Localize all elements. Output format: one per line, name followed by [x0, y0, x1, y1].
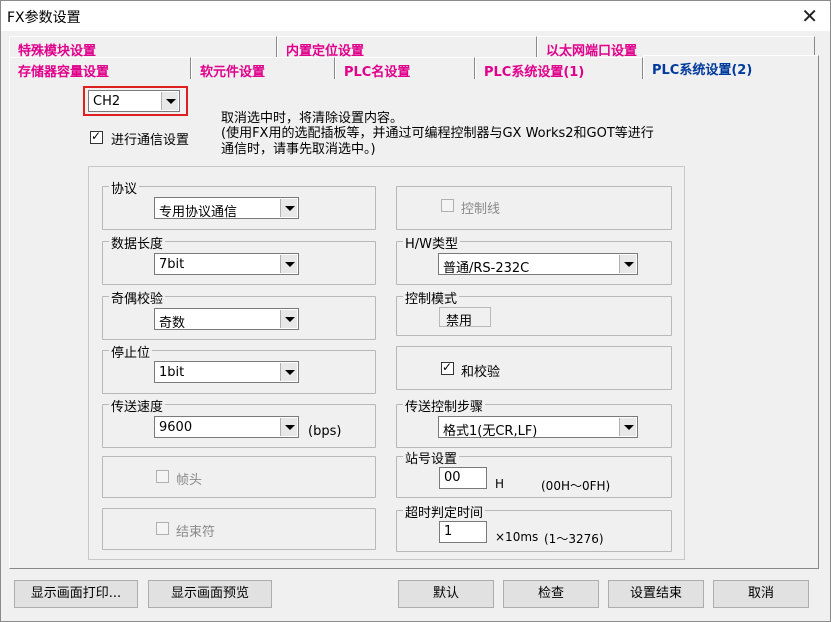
timeout-label: 超时判定时间	[403, 502, 486, 521]
protocol-label: 协议	[109, 178, 140, 197]
timeout-input[interactable]: 1	[439, 521, 487, 543]
hw-type-select[interactable]: 普通/RS-232C	[438, 253, 638, 276]
control-mode-value: 禁用	[439, 307, 491, 329]
window-title: FX参数设置	[7, 10, 81, 26]
procedure-select[interactable]: 格式1(无CR,LF)	[438, 416, 638, 439]
comm-setting-label: 进行通信设置	[111, 133, 190, 148]
parity-value: 奇数	[159, 316, 186, 331]
chevron-down-icon[interactable]	[619, 255, 636, 273]
sum-check-group	[396, 346, 672, 390]
chevron-down-icon[interactable]	[280, 199, 297, 217]
tab-builtin-positioning[interactable]: 内置定位设置	[277, 36, 537, 59]
check-button[interactable]: 检查	[503, 580, 599, 608]
baud-unit: (bps)	[308, 424, 342, 439]
comm-setting-checkbox[interactable]	[90, 129, 103, 144]
terminator-checkbox[interactable]	[156, 522, 169, 535]
finish-button[interactable]: 设置结束	[608, 580, 704, 608]
protocol-select[interactable]: 专用协议通信	[154, 197, 299, 220]
data-length-select[interactable]: 7bit	[154, 253, 299, 275]
chevron-down-icon[interactable]	[280, 255, 297, 273]
parity-label: 奇偶校验	[109, 288, 166, 307]
station-group: 站号设置	[396, 448, 672, 498]
tab-device[interactable]: 软元件设置	[191, 57, 335, 80]
control-mode-label: 控制模式	[403, 288, 460, 307]
channel-highlight	[83, 86, 188, 116]
stop-bit-label: 停止位	[109, 342, 153, 361]
header-label: 帧头	[176, 473, 203, 488]
baud-label: 传送速度	[109, 396, 166, 415]
cancel-button[interactable]: 取消	[713, 580, 809, 608]
terminator-group	[102, 508, 376, 550]
station-label: 站号设置	[403, 448, 460, 467]
control-mode-group: 控制模式	[396, 288, 672, 336]
chevron-down-icon[interactable]	[280, 363, 297, 381]
tab-plc-name[interactable]: PLC名设置	[335, 57, 475, 80]
close-icon[interactable]: ✕	[801, 4, 818, 28]
stop-bit-select[interactable]: 1bit	[154, 361, 299, 383]
chevron-down-icon[interactable]	[280, 418, 297, 436]
parity-select[interactable]: 奇数	[154, 308, 299, 331]
control-line-group	[396, 186, 672, 230]
print-screen-button[interactable]: 显示画面打印...	[14, 580, 138, 608]
dialog-window: FX参数设置 ✕ 特殊模块设置 内置定位设置 以太网端口设置 存储器容量设置 软…	[0, 0, 831, 622]
timeout-range: (1～3276)	[544, 532, 604, 546]
chevron-down-icon[interactable]	[280, 310, 297, 328]
chevron-down-icon[interactable]	[619, 418, 636, 436]
data-length-label: 数据长度	[109, 233, 166, 252]
procedure-value: 格式1(无CR,LF)	[443, 424, 538, 439]
data-length-value: 7bit	[159, 257, 185, 272]
sum-check-label: 和校验	[461, 365, 501, 380]
tab-special-module[interactable]: 特殊模块设置	[9, 36, 277, 59]
default-button[interactable]: 默认	[398, 580, 494, 608]
timeout-unit: ×10ms	[495, 530, 539, 544]
procedure-label: 传送控制步骤	[403, 396, 486, 415]
comm-note-line3: 通信时，请事先取消选中。)	[221, 142, 376, 157]
hw-type-value: 普通/RS-232C	[443, 261, 530, 276]
stop-bit-value: 1bit	[159, 365, 185, 380]
header-group	[102, 456, 376, 498]
preview-screen-button[interactable]: 显示画面预览	[148, 580, 272, 608]
terminator-label: 结束符	[176, 525, 216, 540]
control-line-checkbox[interactable]	[441, 199, 454, 212]
station-suffix: H	[495, 477, 505, 491]
baud-value: 9600	[159, 420, 193, 435]
tab-plc-system-1[interactable]: PLC系统设置(1)	[475, 57, 643, 80]
protocol-value: 专用协议通信	[159, 205, 238, 220]
tab-plc-system-2[interactable]: PLC系统设置(2)	[643, 55, 819, 79]
header-checkbox[interactable]	[156, 470, 169, 483]
sum-check-checkbox[interactable]	[441, 360, 454, 375]
control-line-label: 控制线	[461, 202, 501, 217]
title-bar: FX参数设置 ✕	[1, 1, 830, 31]
station-range: (00H～0FH)	[541, 479, 611, 493]
station-input[interactable]: 00	[439, 467, 487, 489]
baud-select[interactable]: 9600	[154, 416, 299, 438]
hw-type-label: H/W类型	[403, 233, 461, 252]
tab-memory-capacity[interactable]: 存储器容量设置	[9, 57, 191, 80]
